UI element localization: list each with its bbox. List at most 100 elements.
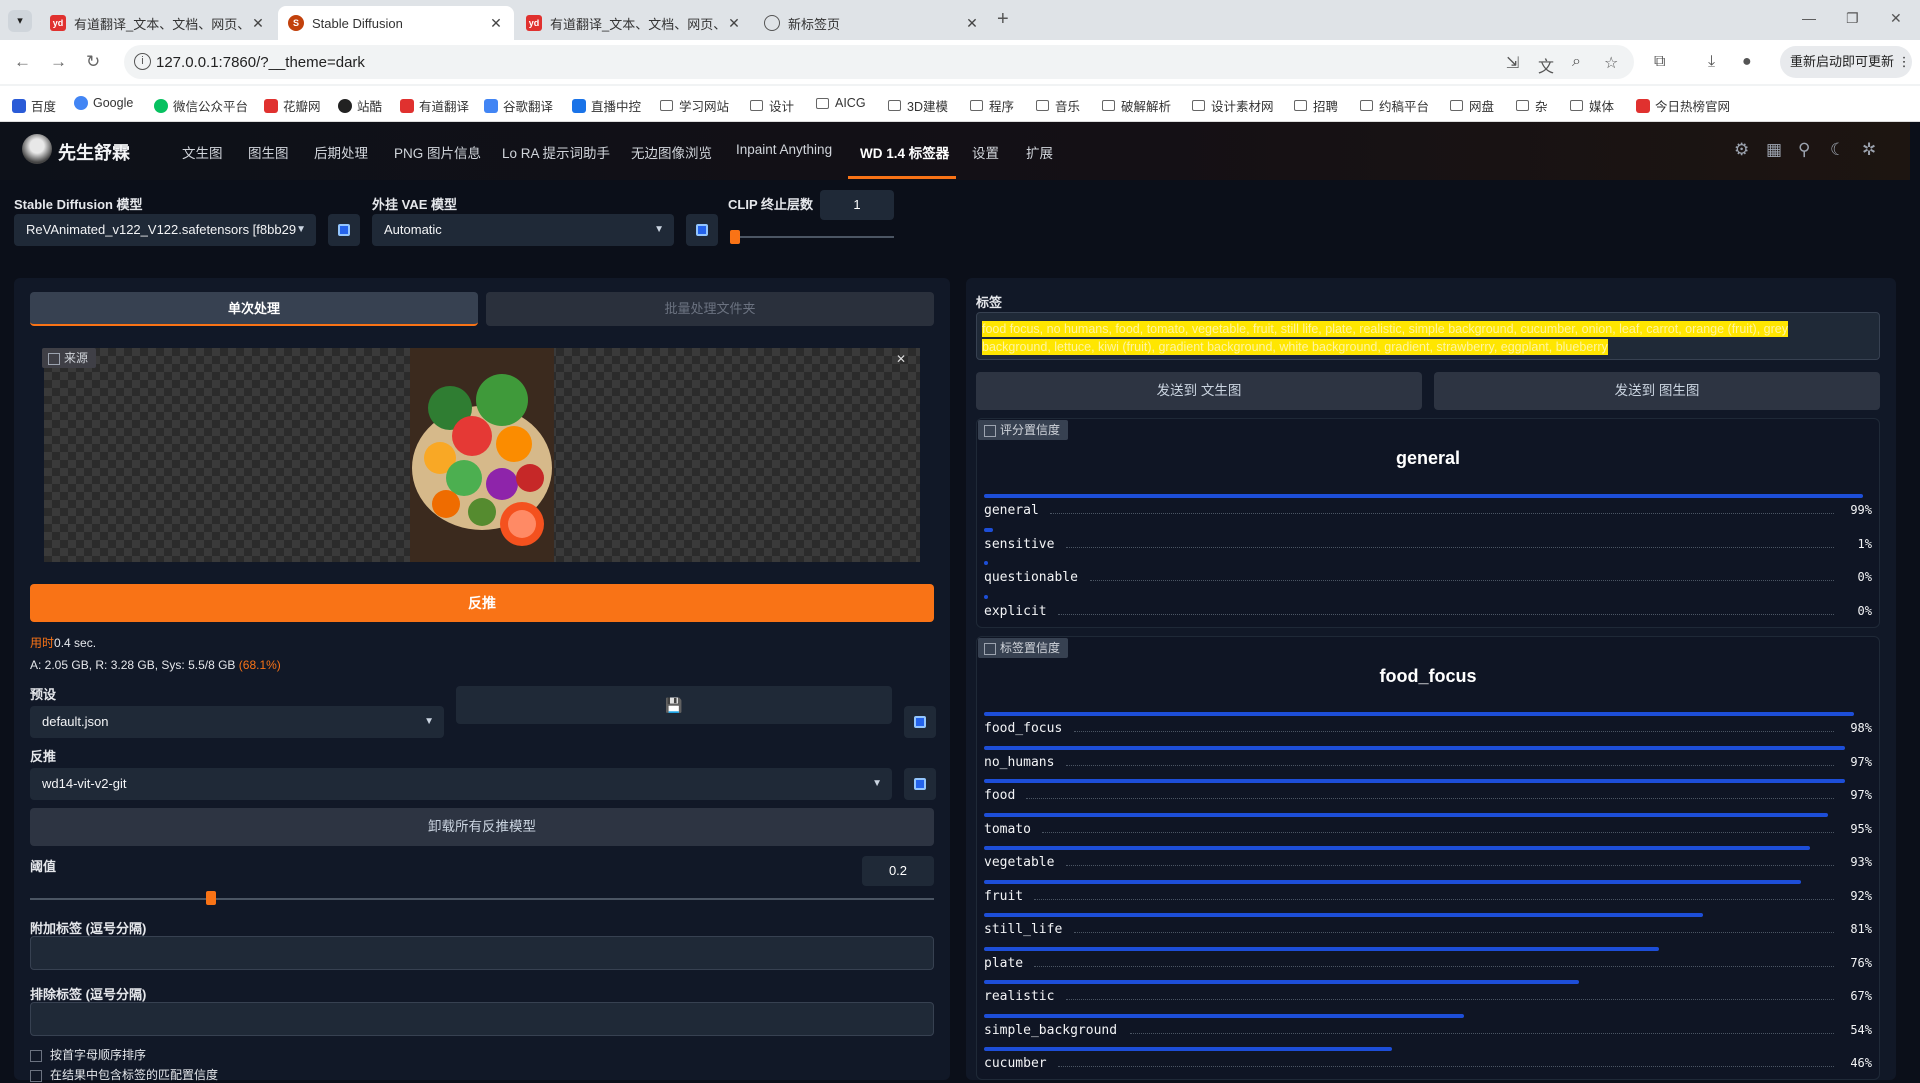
close-icon[interactable]: ✕ <box>964 15 980 32</box>
bookmark-8[interactable]: 学习网站 <box>660 96 729 115</box>
clip-skip-slider-thumb[interactable] <box>730 230 740 244</box>
bookmark-18[interactable]: 网盘 <box>1450 96 1494 115</box>
tab-search-icon[interactable]: ▾ <box>8 10 32 32</box>
bookmark-15[interactable]: 设计素材网 <box>1192 96 1274 115</box>
bookmark-21[interactable]: 今日热榜官网 <box>1636 96 1730 115</box>
bookmark-17[interactable]: 约稿平台 <box>1360 96 1429 115</box>
preset-select[interactable]: default.json ▼ <box>30 706 444 738</box>
bookmark-10[interactable]: AICG <box>816 96 866 110</box>
nav-png-info[interactable]: PNG 图片信息 <box>394 142 481 162</box>
window-close-icon[interactable]: ✕ <box>1890 10 1902 27</box>
time-value: 0.4 sec. <box>54 636 97 650</box>
nav-img2img[interactable]: 图生图 <box>248 142 289 162</box>
youdao-icon <box>400 98 414 113</box>
bookmark-6[interactable]: 谷歌翻译 <box>484 96 553 115</box>
bookmark-0[interactable]: 百度 <box>12 96 56 115</box>
forward-icon[interactable]: → <box>50 52 67 72</box>
refresh-icon <box>914 778 926 790</box>
unload-models-button[interactable]: 卸载所有反推模型 <box>30 808 934 846</box>
bookmark-9[interactable]: 设计 <box>750 96 794 115</box>
refresh-sd-model-button[interactable] <box>328 214 360 246</box>
minimize-icon[interactable]: — <box>1802 10 1816 26</box>
bookmark-11[interactable]: 3D建模 <box>888 96 948 115</box>
browser-tab-4[interactable]: 新标签页 ✕ <box>754 6 990 40</box>
tab-batch-folder[interactable]: 批量处理文件夹 <box>486 292 934 326</box>
download-icon[interactable]: ⤓ <box>1708 53 1715 71</box>
tag-confidence-percent: 95% <box>1850 821 1872 836</box>
translate-icon[interactable]: 文 <box>1538 53 1554 77</box>
interrogate-button[interactable]: 反推 <box>30 584 934 622</box>
vae-select[interactable]: Automatic ▼ <box>372 214 674 246</box>
nav-extras[interactable]: 后期处理 <box>314 142 368 162</box>
interrogator-select[interactable]: wd14-vit-v2-git ▼ <box>30 768 892 800</box>
clear-image-icon[interactable]: ✕ <box>896 352 906 366</box>
refresh-interrogator-button[interactable] <box>904 768 936 800</box>
checkbox[interactable] <box>30 1069 42 1082</box>
bookmark-14[interactable]: 破解解析 <box>1102 96 1171 115</box>
send-to-img2img-button[interactable]: 发送到 图生图 <box>1434 372 1880 410</box>
bookmark-7[interactable]: 直播中控 <box>572 96 641 115</box>
tag-confidence-row: vegetable 93% <box>984 846 1872 876</box>
threshold-slider-thumb[interactable] <box>205 891 216 905</box>
save-preset-button[interactable]: 💾 <box>456 686 892 724</box>
nav-settings[interactable]: 设置 <box>972 142 999 162</box>
close-icon[interactable]: ✕ <box>488 15 504 32</box>
checkbox[interactable] <box>30 1049 42 1062</box>
threshold-slider-track[interactable] <box>30 898 934 900</box>
zoom-icon[interactable]: ⌕ <box>1572 53 1581 71</box>
pin-icon[interactable]: ⚲ <box>1798 140 1810 160</box>
include-conf-option[interactable]: 在结果中包含标签的匹配置信度 <box>30 1066 218 1083</box>
grid-icon[interactable]: ▦ <box>1766 140 1782 160</box>
bookmark-4[interactable]: 站酷 <box>338 96 382 115</box>
omnibox[interactable]: i 127.0.0.1:7860/?__theme=dark <box>124 45 1634 79</box>
sd-model-select[interactable]: ReVAnimated_v122_V122.safetensors [f8bb2… <box>14 214 316 246</box>
refresh-preset-button[interactable] <box>904 706 936 738</box>
extensions-icon[interactable]: ⧉ <box>1654 53 1665 71</box>
install-app-icon[interactable]: ⇲ <box>1506 53 1519 73</box>
browser-tab-2[interactable]: S Stable Diffusion ✕ <box>278 6 514 40</box>
bookmark-star-icon[interactable]: ☆ <box>1604 53 1618 73</box>
gear-icon[interactable]: ✲ <box>1862 140 1876 160</box>
bookmark-1[interactable]: Google <box>74 96 133 110</box>
bookmark-16[interactable]: 招聘 <box>1294 96 1338 115</box>
nav-wd14-tagger[interactable]: WD 1.4 标签器 <box>860 142 949 162</box>
bookmark-3[interactable]: 花瓣网 <box>264 96 321 115</box>
additional-tags-input[interactable] <box>30 936 934 970</box>
refresh-vae-button[interactable] <box>686 214 718 246</box>
clip-skip-slider-track[interactable] <box>730 236 894 238</box>
bookmark-19[interactable]: 杂 <box>1516 96 1548 115</box>
tab-single-process[interactable]: 单次处理 <box>30 292 478 326</box>
bookmark-label: 设计素材网 <box>1211 100 1274 114</box>
exclude-tags-input[interactable] <box>30 1002 934 1036</box>
reload-icon[interactable]: ↻ <box>86 52 100 72</box>
moon-icon[interactable]: ☾ <box>1830 140 1845 160</box>
restart-update-button[interactable]: 重新启动即可更新 ⋮ <box>1780 46 1912 78</box>
bookmark-12[interactable]: 程序 <box>970 96 1014 115</box>
bookmark-2[interactable]: 微信公众平台 <box>154 96 248 115</box>
bookmark-20[interactable]: 媒体 <box>1570 96 1614 115</box>
close-icon[interactable]: ✕ <box>726 15 742 32</box>
back-icon[interactable]: ← <box>14 52 31 72</box>
clip-skip-input[interactable]: 1 <box>820 190 894 220</box>
close-icon[interactable]: ✕ <box>250 15 266 32</box>
send-to-txt2img-button[interactable]: 发送到 文生图 <box>976 372 1422 410</box>
bookmark-5[interactable]: 有道翻译 <box>400 96 469 115</box>
nav-lora-prompt[interactable]: Lo RA 提示词助手 <box>502 142 610 162</box>
new-tab-icon[interactable]: + <box>997 8 1009 31</box>
browser-tab-3[interactable]: yd 有道翻译_文本、文档、网页、... ✕ <box>516 6 752 40</box>
browser-tab-1[interactable]: yd 有道翻译_文本、文档、网页、... ✕ <box>40 6 276 40</box>
tag-confidence-name: fruit <box>984 888 1024 904</box>
profile-avatar-icon[interactable]: ● <box>1742 53 1752 71</box>
tag-confidence-bar <box>984 712 1855 716</box>
nav-txt2img[interactable]: 文生图 <box>182 142 223 162</box>
bookmark-13[interactable]: 音乐 <box>1036 96 1080 115</box>
nav-image-browser[interactable]: 无边图像浏览 <box>631 142 712 162</box>
nav-extensions[interactable]: 扩展 <box>1026 142 1053 162</box>
restore-icon[interactable]: ❐ <box>1846 10 1859 27</box>
sort-alpha-option[interactable]: 按首字母顺序排序 <box>30 1046 146 1063</box>
url-text[interactable]: 127.0.0.1:7860/?__theme=dark <box>156 54 365 71</box>
nav-inpaint-anything[interactable]: Inpaint Anything <box>736 142 832 157</box>
settings-gear-icon[interactable]: ⚙ <box>1734 140 1749 160</box>
threshold-input[interactable]: 0.2 <box>862 856 934 886</box>
site-info-icon[interactable]: i <box>134 53 151 70</box>
